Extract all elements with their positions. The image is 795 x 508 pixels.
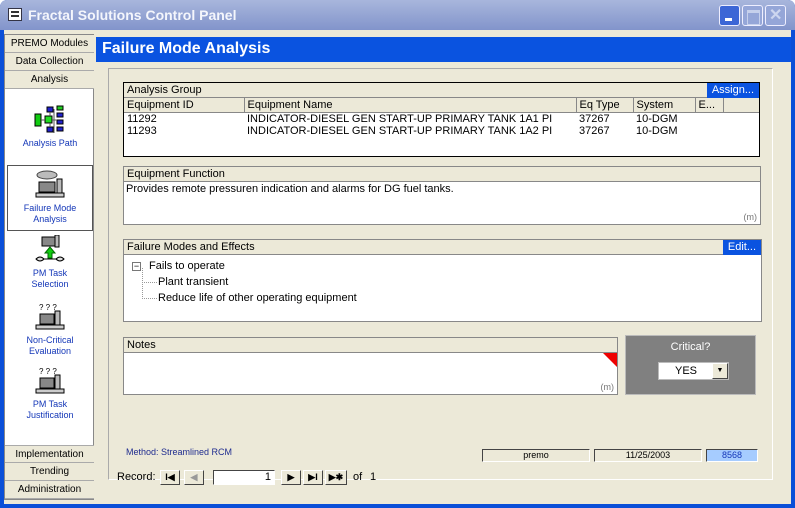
notes-panel: Notes (m) xyxy=(123,337,618,395)
record-number-input[interactable]: 1 xyxy=(213,470,275,485)
col-e[interactable]: E... xyxy=(695,98,724,113)
nav-analysis-path[interactable]: Analysis Path xyxy=(7,105,93,149)
pump-question-icon: ? ? ? xyxy=(35,303,65,330)
pump-question-icon: ? ? ? xyxy=(35,367,65,394)
nav-non-critical-evaluation[interactable]: ? ? ? Non-Critical Evaluation xyxy=(7,302,93,357)
memo-indicator: (m) xyxy=(743,212,758,222)
edit-button[interactable]: Edit... xyxy=(722,240,761,255)
equipment-function-title: Equipment Function xyxy=(124,167,760,182)
tab-trending[interactable]: Trending xyxy=(5,463,94,481)
cell-equipment-name: INDICATOR-DIESEL GEN START-UP PRIMARY TA… xyxy=(247,124,553,137)
tab-implementation[interactable]: Implementation xyxy=(5,445,94,463)
equipment-table: Equipment ID Equipment Name Eq Type System E… xyxy=(124,98,759,137)
cell-equipment-name: INDICATOR-DIESEL GEN START-UP PRIMARY TA… xyxy=(247,112,553,125)
nav-label: Analysis xyxy=(33,214,67,224)
page-title: Failure Mode Analysis xyxy=(102,40,271,57)
next-record-button[interactable]: ▶ xyxy=(281,470,301,485)
nav-pm-task-selection[interactable]: PM Task Selection xyxy=(7,235,93,290)
pump-wrench-icon xyxy=(35,235,65,262)
nav-label: Analysis Path xyxy=(22,138,78,148)
record-of-label: of xyxy=(353,471,363,483)
dropdown-arrow-icon[interactable]: ▼ xyxy=(712,363,728,379)
pump-failure-icon xyxy=(35,170,65,198)
analysis-group-panel: Analysis Group Assign... Equipment ID Equ… xyxy=(123,82,760,157)
cell-system: 10-DGM xyxy=(636,124,678,137)
assign-button[interactable]: Assign... xyxy=(706,83,759,98)
nav-label: PM Task xyxy=(32,268,68,278)
tree-node-effect[interactable]: Reduce life of other operating equipment xyxy=(132,284,761,306)
col-equipment-id[interactable]: Equipment ID xyxy=(124,98,245,113)
tab-administration[interactable]: Administration xyxy=(5,481,94,499)
status-id: 8568 xyxy=(706,449,758,462)
nav-label: Justification xyxy=(26,410,74,420)
cell-eq-type: 37267 xyxy=(579,112,610,125)
failure-mode-label: Fails to operate xyxy=(149,260,225,272)
critical-select[interactable]: YES ▼ xyxy=(658,362,729,380)
cell-equipment-id: 11292 xyxy=(127,112,157,125)
comment-flag-icon xyxy=(603,353,617,367)
maximize-button[interactable] xyxy=(742,5,763,26)
table-row[interactable]: 11293 INDICATOR-DIESEL GEN START-UP PRIMA… xyxy=(124,125,759,137)
page-header: Failure Mode Analysis xyxy=(96,37,791,62)
nav-label: Non-Critical xyxy=(26,335,74,345)
critical-panel: Critical? YES ▼ xyxy=(625,335,756,395)
col-eq-type[interactable]: Eq Type xyxy=(576,98,634,113)
nav-label: Failure Mode xyxy=(23,203,77,213)
nav-label: Selection xyxy=(31,279,69,289)
close-button[interactable] xyxy=(765,5,786,26)
new-record-button[interactable]: ▶✱ xyxy=(325,470,347,485)
tab-analysis[interactable]: Analysis xyxy=(5,71,94,89)
equipment-function-text[interactable]: Provides remote pressuren indication and… xyxy=(124,182,760,196)
equipment-function-panel: Equipment Function Provides remote press… xyxy=(123,166,761,225)
notes-title: Notes xyxy=(124,338,617,353)
status-date: 11/25/2003 xyxy=(594,449,702,462)
nav-pm-task-justification[interactable]: ? ? ? PM Task Justification xyxy=(7,366,93,421)
table-row[interactable]: 11292 INDICATOR-DIESEL GEN START-UP PRIMA… xyxy=(124,112,759,125)
failure-tree: − Fails to operate Plant transient Reduce… xyxy=(124,255,761,306)
method-label: Method: Streamlined RCM xyxy=(126,447,233,457)
app-form-icon xyxy=(8,8,22,21)
sidebar: PREMO Modules Data Collection Analysis A… xyxy=(4,34,94,500)
failure-modes-title: Failure Modes and Effects xyxy=(124,240,761,255)
last-record-button[interactable]: ▶I xyxy=(303,470,323,485)
cell-equipment-id: 11293 xyxy=(127,124,157,137)
tab-premo-modules[interactable]: PREMO Modules xyxy=(5,35,94,53)
nav-label: PM Task xyxy=(32,399,68,409)
status-user: premo xyxy=(482,449,590,462)
cell-eq-type: 37267 xyxy=(579,124,610,137)
window-title: Fractal Solutions Control Panel xyxy=(28,7,237,23)
col-equipment-name[interactable]: Equipment Name xyxy=(244,98,577,113)
tree-node-effect[interactable]: Plant transient xyxy=(132,268,761,290)
first-record-button[interactable]: I◀ xyxy=(160,470,180,485)
nav-label: Evaluation xyxy=(28,346,72,356)
title-bar: Fractal Solutions Control Panel xyxy=(0,0,795,30)
tab-data-collection[interactable]: Data Collection xyxy=(5,53,94,71)
cell-system: 10-DGM xyxy=(636,112,678,125)
prev-record-button[interactable]: ◀ xyxy=(184,470,204,485)
memo-indicator: (m) xyxy=(600,382,615,392)
minimize-button[interactable] xyxy=(719,5,740,26)
tree-diagram-icon xyxy=(34,105,64,133)
notes-field[interactable] xyxy=(124,353,617,393)
collapse-icon[interactable]: − xyxy=(132,261,141,271)
critical-value: YES xyxy=(674,365,697,377)
record-label: Record: xyxy=(117,471,156,483)
nav-failure-mode-analysis[interactable]: Failure Mode Analysis xyxy=(7,165,93,231)
col-system[interactable]: System xyxy=(633,98,696,113)
analysis-group-title: Analysis Group xyxy=(124,83,759,98)
critical-label: Critical? xyxy=(670,341,711,353)
failure-modes-panel: Failure Modes and Effects Edit... − Fails… xyxy=(123,239,762,322)
record-total: 1 xyxy=(370,471,377,483)
tree-node-failure-mode[interactable]: − Fails to operate xyxy=(132,258,761,274)
